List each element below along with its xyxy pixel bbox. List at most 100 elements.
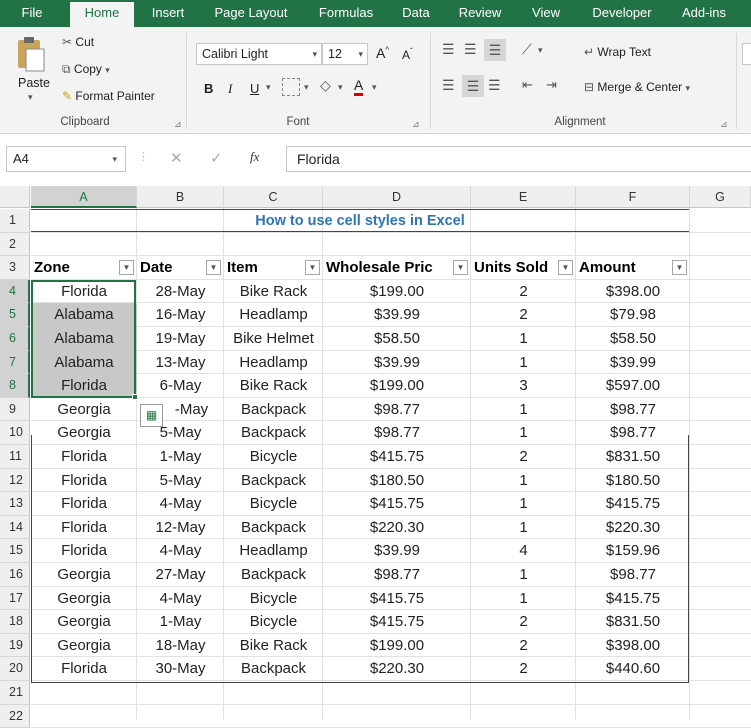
table-cell[interactable]: 27-May — [137, 563, 224, 587]
row-header-16[interactable]: 16 — [0, 563, 30, 587]
table-cell[interactable]: 2 — [471, 445, 576, 469]
alignment-launcher-icon[interactable]: ⊿ — [720, 119, 728, 130]
filter-dropdown-icon[interactable]: ▼ — [558, 260, 573, 276]
table-cell[interactable]: Headlamp — [224, 539, 323, 563]
font-launcher-icon[interactable]: ⊿ — [412, 119, 420, 130]
copy-button[interactable]: ⧉ Copy ▾ — [62, 62, 110, 77]
font-size-select[interactable]: 12 ▾ — [322, 43, 368, 65]
table-cell[interactable]: 3 — [471, 374, 576, 398]
table-cell[interactable]: Florida — [31, 516, 137, 540]
table-cell[interactable]: 1 — [471, 492, 576, 516]
tab-review[interactable]: Review — [452, 0, 508, 27]
row-header-2[interactable]: 2 — [0, 232, 30, 257]
filter-dropdown-icon[interactable]: ▼ — [119, 260, 134, 276]
name-box[interactable]: A4 ▾ — [6, 146, 126, 172]
chevron-down-icon[interactable]: ▾ — [338, 82, 343, 93]
table-cell[interactable]: 1-May — [137, 610, 224, 634]
font-color-button[interactable]: A — [354, 77, 364, 96]
table-cell[interactable]: 2 — [471, 303, 576, 327]
table-cell[interactable]: $39.99 — [323, 539, 471, 563]
align-right-icon[interactable]: ☰ — [488, 77, 501, 94]
table-cell[interactable]: $415.75 — [576, 587, 690, 611]
filter-dropdown-icon[interactable]: ▼ — [453, 260, 468, 276]
chevron-down-icon[interactable]: ▾ — [266, 82, 271, 93]
table-cell[interactable]: $220.30 — [576, 516, 690, 540]
table-cell[interactable]: 19-May — [137, 327, 224, 351]
table-cell[interactable]: $58.50 — [323, 327, 471, 351]
table-header-units-sold[interactable]: Units Sold — [471, 256, 558, 280]
table-cell[interactable]: 1-May — [137, 445, 224, 469]
table-cell[interactable]: $98.77 — [323, 421, 471, 445]
table-cell[interactable]: $398.00 — [576, 634, 690, 658]
row-header-22[interactable]: 22 — [0, 704, 30, 728]
table-cell[interactable]: Bike Rack — [224, 634, 323, 658]
table-cell[interactable]: 1 — [471, 563, 576, 587]
column-header-e[interactable]: E — [471, 186, 576, 208]
row-header-11[interactable]: 11 — [0, 445, 30, 469]
shrink-font-button[interactable]: Aˇ — [402, 47, 413, 62]
table-header-date[interactable]: Date — [137, 256, 206, 280]
merge-center-button[interactable]: ⊟ Merge & Center ▾ — [584, 80, 690, 94]
row-header-12[interactable]: 12 — [0, 468, 30, 493]
table-cell[interactable]: $831.50 — [576, 445, 690, 469]
row-header-9[interactable]: 9 — [0, 397, 30, 422]
table-cell[interactable]: Florida — [31, 492, 137, 516]
table-cell[interactable]: Georgia — [31, 634, 137, 658]
wrap-text-button[interactable]: ↵ Wrap Text — [584, 45, 651, 59]
align-top-icon[interactable]: ☰ — [442, 41, 455, 58]
table-cell[interactable]: $98.77 — [323, 398, 471, 422]
table-cell[interactable]: $98.77 — [576, 398, 690, 422]
align-bottom-icon[interactable]: ☰ — [484, 39, 506, 61]
table-cell[interactable]: 1 — [471, 327, 576, 351]
table-cell[interactable]: 4 — [471, 539, 576, 563]
table-cell[interactable]: 12-May — [137, 516, 224, 540]
table-cell[interactable]: Backpack — [224, 516, 323, 540]
chevron-down-icon[interactable]: ▾ — [538, 45, 543, 56]
font-name-select[interactable]: Calibri Light ▾ — [196, 43, 322, 65]
insert-function-button[interactable]: fx — [250, 149, 259, 165]
column-header-d[interactable]: D — [323, 186, 471, 208]
tab-add-ins[interactable]: Add-ins — [672, 0, 736, 27]
row-header-8[interactable]: 8 — [0, 374, 30, 398]
table-header-zone[interactable]: Zone — [31, 256, 119, 280]
table-cell[interactable]: $39.99 — [323, 351, 471, 375]
table-cell[interactable]: $39.99 — [323, 303, 471, 327]
table-cell[interactable]: Bike Helmet — [224, 327, 323, 351]
row-header-14[interactable]: 14 — [0, 515, 30, 540]
bold-button[interactable]: B — [204, 81, 213, 96]
row-header-7[interactable]: 7 — [0, 350, 30, 375]
number-format-select[interactable] — [742, 43, 751, 65]
table-cell[interactable]: Florida — [31, 469, 137, 493]
table-cell[interactable]: 16-May — [137, 303, 224, 327]
filter-dropdown-icon[interactable]: ▼ — [672, 260, 687, 276]
column-header-a[interactable]: A — [31, 186, 137, 208]
filter-dropdown-icon[interactable]: ▼ — [305, 260, 320, 276]
row-header-17[interactable]: 17 — [0, 586, 30, 611]
row-header-20[interactable]: 20 — [0, 657, 30, 681]
column-header-b[interactable]: B — [137, 186, 224, 208]
chevron-down-icon[interactable]: ▾ — [304, 82, 309, 93]
table-cell[interactable]: $440.60 — [576, 657, 690, 681]
table-cell[interactable]: Georgia — [31, 398, 137, 422]
row-header-15[interactable]: 15 — [0, 539, 30, 563]
table-cell[interactable]: $415.75 — [576, 492, 690, 516]
table-cell[interactable]: $39.99 — [576, 351, 690, 375]
table-cell[interactable]: Florida — [31, 445, 137, 469]
enter-button[interactable]: ✓ — [210, 149, 223, 167]
table-cell[interactable]: $199.00 — [323, 374, 471, 398]
tab-file[interactable]: File — [10, 0, 54, 27]
table-cell[interactable]: Backpack — [224, 398, 323, 422]
table-cell[interactable]: $597.00 — [576, 374, 690, 398]
fill-handle[interactable] — [132, 394, 138, 400]
table-cell[interactable]: 2 — [471, 634, 576, 658]
table-cell[interactable]: Bicycle — [224, 587, 323, 611]
row-header-21[interactable]: 21 — [0, 681, 30, 705]
table-cell[interactable]: Bike Rack — [224, 280, 323, 304]
table-cell[interactable]: $180.50 — [323, 469, 471, 493]
table-cell[interactable]: 1 — [471, 351, 576, 375]
table-cell[interactable]: Backpack — [224, 657, 323, 681]
tab-insert[interactable]: Insert — [142, 0, 194, 27]
grow-font-button[interactable]: A^ — [376, 45, 389, 61]
orientation-icon[interactable]: ⟋ — [522, 41, 532, 58]
table-cell[interactable]: $415.75 — [323, 587, 471, 611]
